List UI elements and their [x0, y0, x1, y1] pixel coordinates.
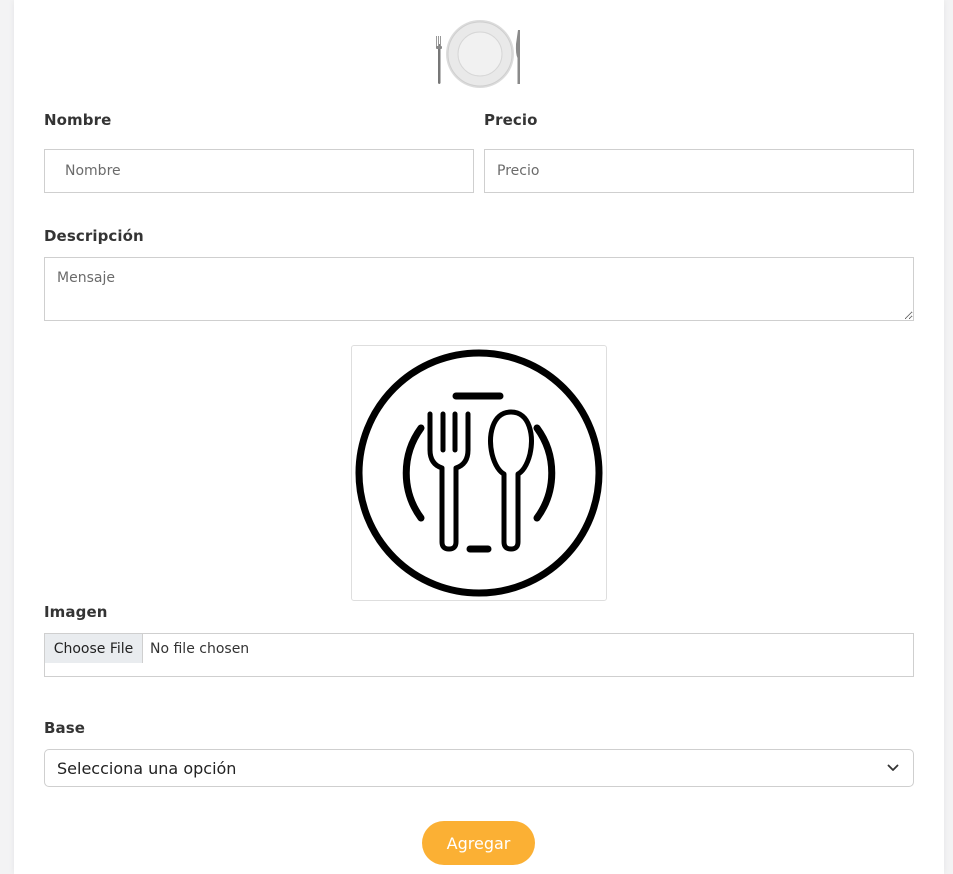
nombre-input[interactable]	[44, 149, 474, 193]
choose-file-button[interactable]: Choose File	[45, 634, 143, 663]
file-input[interactable]: Choose File No file chosen	[44, 633, 914, 677]
file-status: No file chosen	[150, 640, 250, 657]
precio-input[interactable]	[484, 149, 914, 193]
image-preview	[351, 345, 607, 601]
chevron-down-icon	[887, 764, 899, 771]
precio-label: Precio	[484, 111, 538, 129]
descripcion-label: Descripción	[44, 227, 144, 245]
nombre-label: Nombre	[44, 111, 112, 129]
base-select[interactable]: Selecciona una opción	[44, 749, 914, 787]
descripcion-textarea[interactable]	[44, 257, 914, 321]
agregar-button[interactable]: Agregar	[422, 821, 535, 865]
imagen-label: Imagen	[44, 603, 108, 621]
base-label: Base	[44, 719, 86, 737]
form-card: Nombre Precio Descripción	[14, 0, 944, 874]
plate-with-cutlery-icon	[432, 14, 528, 90]
base-select-value: Selecciona una opción	[57, 758, 237, 778]
plate-fork-spoon-icon	[355, 349, 603, 597]
